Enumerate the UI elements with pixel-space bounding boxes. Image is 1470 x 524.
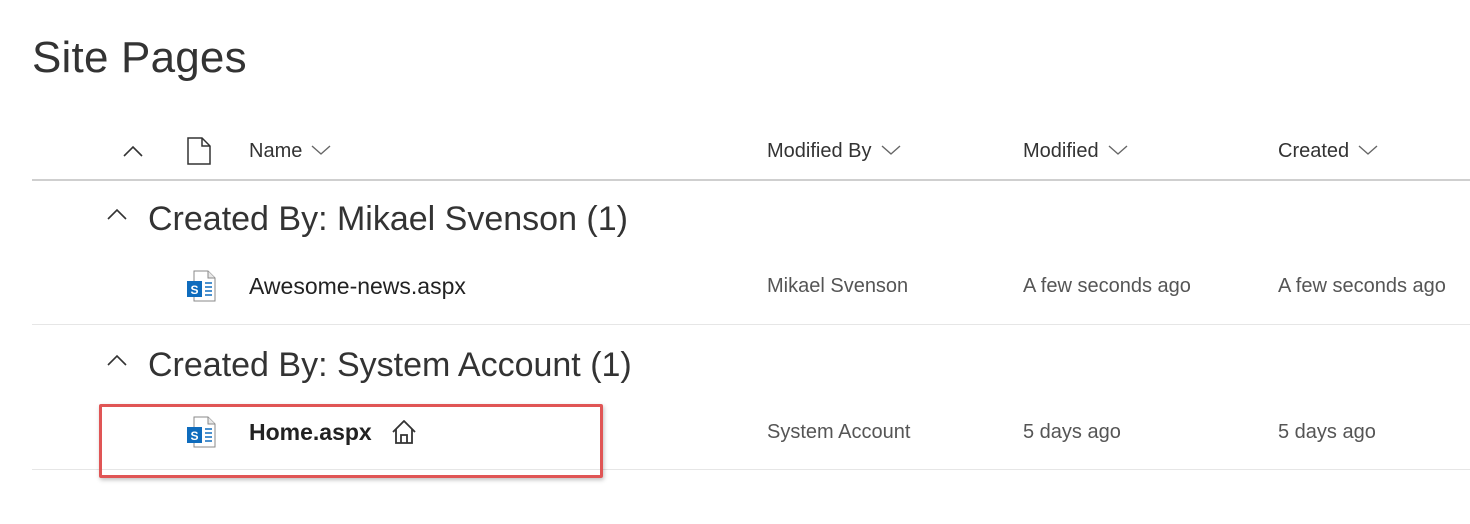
chevron-down-icon xyxy=(1107,140,1129,163)
chevron-down-icon xyxy=(310,140,332,163)
file-name-cell: Home.aspx xyxy=(249,402,418,462)
collapse-all-groups-button[interactable] xyxy=(120,139,146,163)
file-type-column-header[interactable] xyxy=(186,137,212,165)
column-header-created-label: Created xyxy=(1278,139,1350,162)
group-header-mikael-svenson[interactable]: Created By: Mikael Svenson (1) xyxy=(104,194,628,244)
site-pages-view: Site Pages Name Modified By Modified Cre… xyxy=(0,0,1470,524)
file-name-link[interactable]: Home.aspx xyxy=(249,419,372,446)
row-divider xyxy=(32,324,1470,325)
group-label: Created By: System Account (1) xyxy=(148,346,632,384)
modified-value: A few seconds ago xyxy=(1023,274,1191,297)
column-header-created[interactable]: Created xyxy=(1278,133,1379,169)
created-value: 5 days ago xyxy=(1278,420,1376,443)
home-icon xyxy=(392,420,416,444)
modified-by-value: System Account xyxy=(767,420,911,443)
modified-by-value: Mikael Svenson xyxy=(767,274,909,297)
svg-text:S: S xyxy=(190,429,198,443)
column-header-name[interactable]: Name xyxy=(249,133,332,169)
table-row[interactable]: S Awesome-news.aspx Mikael Svenson A few… xyxy=(32,256,1470,316)
column-header-name-label: Name xyxy=(249,139,303,162)
sharepoint-page-icon: S xyxy=(187,416,216,448)
row-divider xyxy=(32,469,1470,470)
file-name-link[interactable]: Awesome-news.aspx xyxy=(249,256,466,316)
column-header-modified-by-label: Modified By xyxy=(767,139,872,162)
created-value: A few seconds ago xyxy=(1278,274,1446,297)
chevron-up-icon xyxy=(107,208,127,220)
group-header-system-account[interactable]: Created By: System Account (1) xyxy=(104,340,632,390)
table-row[interactable]: S Home.aspx System Account 5 days ago 5 … xyxy=(32,402,1470,462)
column-header-modified-label: Modified xyxy=(1023,139,1099,162)
chevron-down-icon xyxy=(880,140,902,163)
group-label: Created By: Mikael Svenson (1) xyxy=(148,200,628,238)
sharepoint-page-icon: S xyxy=(187,270,216,302)
chevron-down-icon xyxy=(1357,140,1379,163)
column-header-modified[interactable]: Modified xyxy=(1023,133,1129,169)
column-header-modified-by[interactable]: Modified By xyxy=(767,133,902,169)
document-icon xyxy=(187,137,211,165)
chevron-up-icon xyxy=(107,354,127,366)
svg-text:S: S xyxy=(190,283,198,297)
header-divider xyxy=(32,179,1470,181)
chevron-up-icon xyxy=(123,145,143,157)
page-title: Site Pages xyxy=(32,33,247,82)
modified-value: 5 days ago xyxy=(1023,420,1121,443)
